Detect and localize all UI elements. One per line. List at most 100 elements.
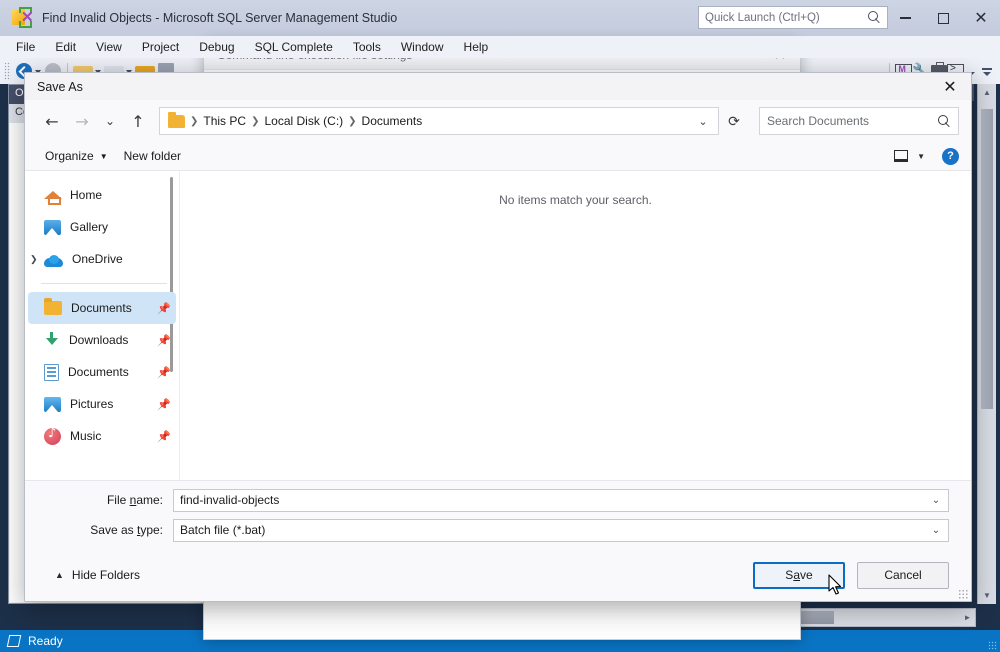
file-list-view[interactable]: No items match your search. [180,171,971,480]
organize-button[interactable]: Organize ▼ [37,147,116,165]
pictures-icon [44,397,61,412]
toolbar-grip[interactable] [4,62,11,80]
search-input[interactable]: Search Documents [759,107,959,135]
new-folder-button[interactable]: New folder [116,147,189,165]
hide-folders-button[interactable]: ▲ Hide Folders [55,568,140,582]
save-label-accel: a [793,568,800,582]
sidebar-item-gallery[interactable]: ❯ Gallery [28,211,176,243]
view-layout-icon[interactable] [894,150,908,162]
vertical-scroll-thumb[interactable] [981,109,993,409]
maximize-icon[interactable] [924,0,962,36]
sidebar-item-onedrive[interactable]: ❯ OneDrive [28,243,176,275]
breadcrumb-chevron-down-icon[interactable]: ⌄ [692,115,714,128]
pin-icon[interactable]: 📌 [156,398,172,411]
caret-down-icon[interactable]: ▼ [913,152,929,161]
refresh-icon[interactable]: ⟳ [719,107,749,135]
scroll-down-icon[interactable]: ▼ [978,587,996,604]
pin-icon[interactable]: 📌 [156,334,172,347]
menu-item-project[interactable]: Project [132,38,189,56]
sidebar-item-label: Downloads [69,333,156,347]
save-as-type-label-post: ype: [140,523,163,537]
folder-icon [44,301,62,315]
pin-icon[interactable]: 📌 [156,366,172,379]
breadcrumb-item-documents[interactable]: Documents [358,114,427,128]
menu-item-edit[interactable]: Edit [45,38,86,56]
footer-buttons: Save Cancel [753,562,949,589]
status-indicator-icon [7,635,22,647]
file-name-input[interactable]: find-invalid-objects ⌄ [173,489,949,512]
sidebar-item-label: Music [70,429,156,443]
menu-item-tools[interactable]: Tools [343,38,391,56]
chevron-down-icon[interactable]: ⌄ [924,525,948,536]
sidebar-item-label: OneDrive [72,252,176,266]
home-icon [44,188,61,202]
editor-vertical-scrollbar[interactable]: ▲ ▼ [977,84,996,604]
menu-item-sql-complete[interactable]: SQL Complete [245,38,343,56]
breadcrumb-item-this-pc[interactable]: This PC [199,114,250,128]
ssms-app-icon: ✕ [11,7,33,29]
sidebar-item-home[interactable]: ❯ Home [28,179,176,211]
file-name-label: File name: [25,493,173,507]
toolbar-overflow-icon[interactable] [980,61,994,81]
sidebar-item-documents-quick[interactable]: ❯ Documents 📌 [28,292,176,324]
chevron-down-icon[interactable]: ⌄ [924,495,948,506]
save-as-form: File name: find-invalid-objects ⌄ Save a… [25,480,971,549]
menu-item-debug[interactable]: Debug [189,38,244,56]
sidebar-item-downloads[interactable]: ❯ Downloads 📌 [28,324,176,356]
scroll-right-icon[interactable]: ► [960,613,975,622]
cancel-button[interactable]: Cancel [857,562,949,589]
sidebar-item-music[interactable]: ❯ Music 📌 [28,420,176,452]
resize-grip[interactable] [988,641,997,650]
hide-folders-label: Hide Folders [72,568,140,582]
expander-icon: ❯ [30,399,44,410]
sidebar-item-label: Gallery [70,220,176,234]
sidebar-item-label: Documents [71,301,156,315]
menu-item-view[interactable]: View [86,38,132,56]
download-icon [44,332,60,348]
sidebar-item-pictures[interactable]: ❯ Pictures 📌 [28,388,176,420]
gallery-icon [44,220,61,235]
pin-icon[interactable]: 📌 [156,302,172,315]
save-as-type-select[interactable]: Batch file (*.bat) ⌄ [173,519,949,542]
save-as-type-row: Save as type: Batch file (*.bat) ⌄ [25,517,971,543]
empty-list-message: No items match your search. [180,193,971,207]
close-icon[interactable]: ✕ [929,73,971,100]
ssms-menubar: File Edit View Project Debug SQL Complet… [0,36,1000,58]
close-icon[interactable]: ✕ [962,0,1000,36]
ssms-window-buttons: ✕ [886,0,1000,36]
scroll-up-icon[interactable]: ▲ [978,84,996,101]
save-as-command-bar: Organize ▼ New folder ▼ ? [25,142,971,170]
menu-item-help[interactable]: Help [454,38,499,56]
caret-up-icon: ▲ [55,570,64,580]
pin-icon[interactable]: 📌 [156,430,172,443]
file-name-label-pre: File [107,493,130,507]
recent-locations-chevron-down-icon[interactable]: ⌄ [97,106,123,136]
breadcrumb-item-local-disk[interactable]: Local Disk (C:) [260,114,347,128]
status-text: Ready [28,634,63,648]
expander-icon: ❯ [30,431,44,442]
sidebar-item-documents[interactable]: ❯ Documents 📌 [28,356,176,388]
menu-item-window[interactable]: Window [391,38,454,56]
minimize-icon[interactable] [886,0,924,36]
onedrive-icon [44,255,63,267]
menu-item-file[interactable]: File [6,38,45,56]
search-icon [938,115,951,128]
up-arrow-icon[interactable]: ↑ [123,106,153,136]
folder-icon [168,115,185,128]
quick-launch-placeholder: Quick Launch (Ctrl+Q) [705,12,868,24]
save-as-dialog: Save As ✕ ← → ⌄ ↑ ❯ This PC ❯ Local Disk… [24,72,972,602]
back-arrow-icon[interactable]: ← [37,106,67,136]
quick-launch-box[interactable]: Quick Launch (Ctrl+Q) [698,6,888,29]
save-label-pre: S [785,568,793,582]
organize-label: Organize [45,149,94,163]
resize-grip[interactable] [958,589,968,599]
expander-icon: ❯ [30,303,44,314]
breadcrumb[interactable]: ❯ This PC ❯ Local Disk (C:) ❯ Documents … [159,107,719,135]
save-as-titlebar: Save As ✕ [25,73,971,100]
navigation-pane: ❯ Home ❯ Gallery ❯ OneDrive ❯ Documents … [25,171,180,480]
breadcrumb-separator: ❯ [347,116,357,127]
save-as-type-label: Save as type: [25,523,173,537]
help-icon[interactable]: ? [942,148,959,165]
expander-icon[interactable]: ❯ [30,254,44,265]
search-icon [868,11,881,24]
